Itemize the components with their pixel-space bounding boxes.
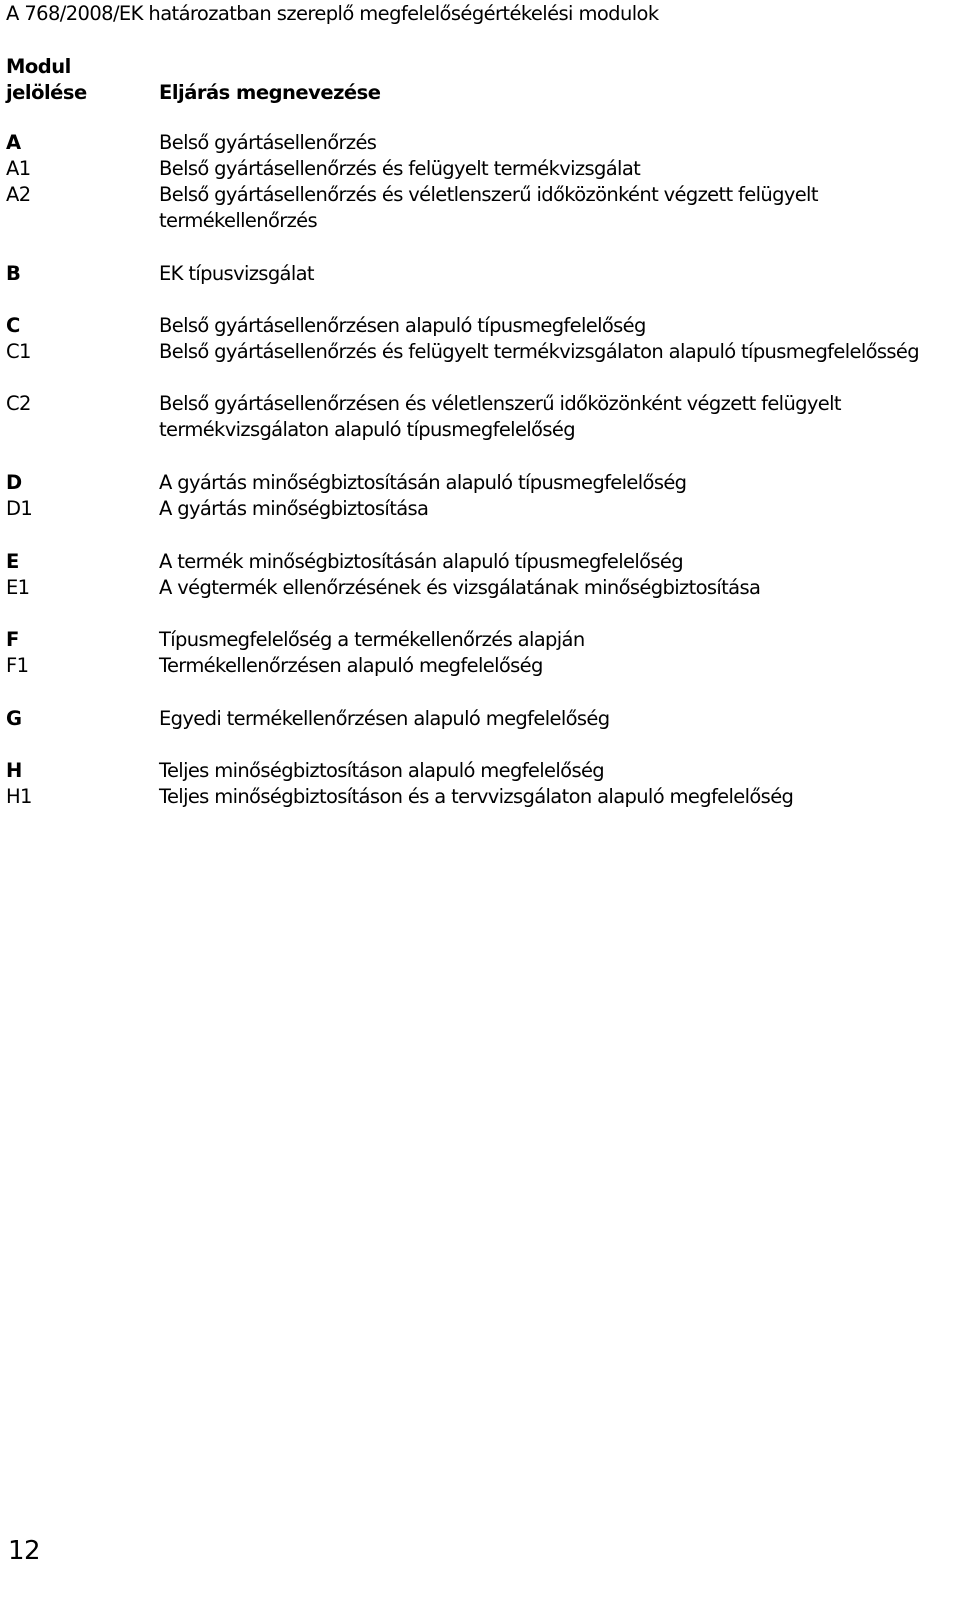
module-name: Termékellenőrzésen alapuló megfelelőség bbox=[159, 654, 543, 677]
module-name: Belső gyártásellenőrzés és felügyelt ter… bbox=[159, 157, 641, 180]
module-code: F1 bbox=[6, 654, 29, 677]
module-name: Belső gyártásellenőrzés bbox=[159, 131, 377, 154]
module-name: Teljes minőségbiztosításon alapuló megfe… bbox=[159, 759, 605, 782]
document-title: A 768/2008/EK határozatban szereplő megf… bbox=[6, 2, 659, 25]
module-name: A termék minőségbiztosításán alapuló típ… bbox=[159, 550, 684, 573]
module-code: C2 bbox=[6, 392, 31, 415]
module-name: Típusmegfelelőség a termékellenőrzés ala… bbox=[159, 628, 585, 651]
module-code: H1 bbox=[6, 785, 32, 808]
module-name: Belső gyártásellenőrzés és véletlenszerű… bbox=[159, 183, 818, 232]
module-code: D1 bbox=[6, 497, 33, 520]
module-code: E bbox=[6, 550, 19, 573]
module-code: D bbox=[6, 471, 22, 494]
module-name: Belső gyártásellenőrzés és felügyelt ter… bbox=[159, 340, 920, 363]
column-header-module-code: Modul jelölése bbox=[6, 55, 87, 104]
module-code: C bbox=[6, 314, 20, 337]
module-code: A1 bbox=[6, 157, 31, 180]
module-name: A végtermék ellenőrzésének és vizsgálatá… bbox=[159, 576, 761, 599]
module-code: A2 bbox=[6, 183, 31, 206]
module-name: Belső gyártásellenőrzésen alapuló típusm… bbox=[159, 314, 646, 337]
module-name: Belső gyártásellenőrzésen és véletlensze… bbox=[159, 392, 842, 441]
module-code: B bbox=[6, 262, 21, 285]
module-code: E1 bbox=[6, 576, 30, 599]
module-code: F bbox=[6, 628, 19, 651]
module-name: EK típusvizsgálat bbox=[159, 262, 315, 285]
module-name: A gyártás minőségbiztosítása bbox=[159, 497, 429, 520]
module-code: C1 bbox=[6, 340, 31, 363]
module-name: Egyedi termékellenőrzésen alapuló megfel… bbox=[159, 707, 610, 730]
module-code: H bbox=[6, 759, 22, 782]
page-number: 12 bbox=[8, 1536, 41, 1566]
module-name: Teljes minőségbiztosításon és a tervvizs… bbox=[159, 785, 794, 808]
module-name: A gyártás minőségbiztosításán alapuló tí… bbox=[159, 471, 687, 494]
column-header-procedure-name: Eljárás megnevezése bbox=[159, 81, 381, 104]
module-code: G bbox=[6, 707, 22, 730]
module-code: A bbox=[6, 131, 21, 154]
